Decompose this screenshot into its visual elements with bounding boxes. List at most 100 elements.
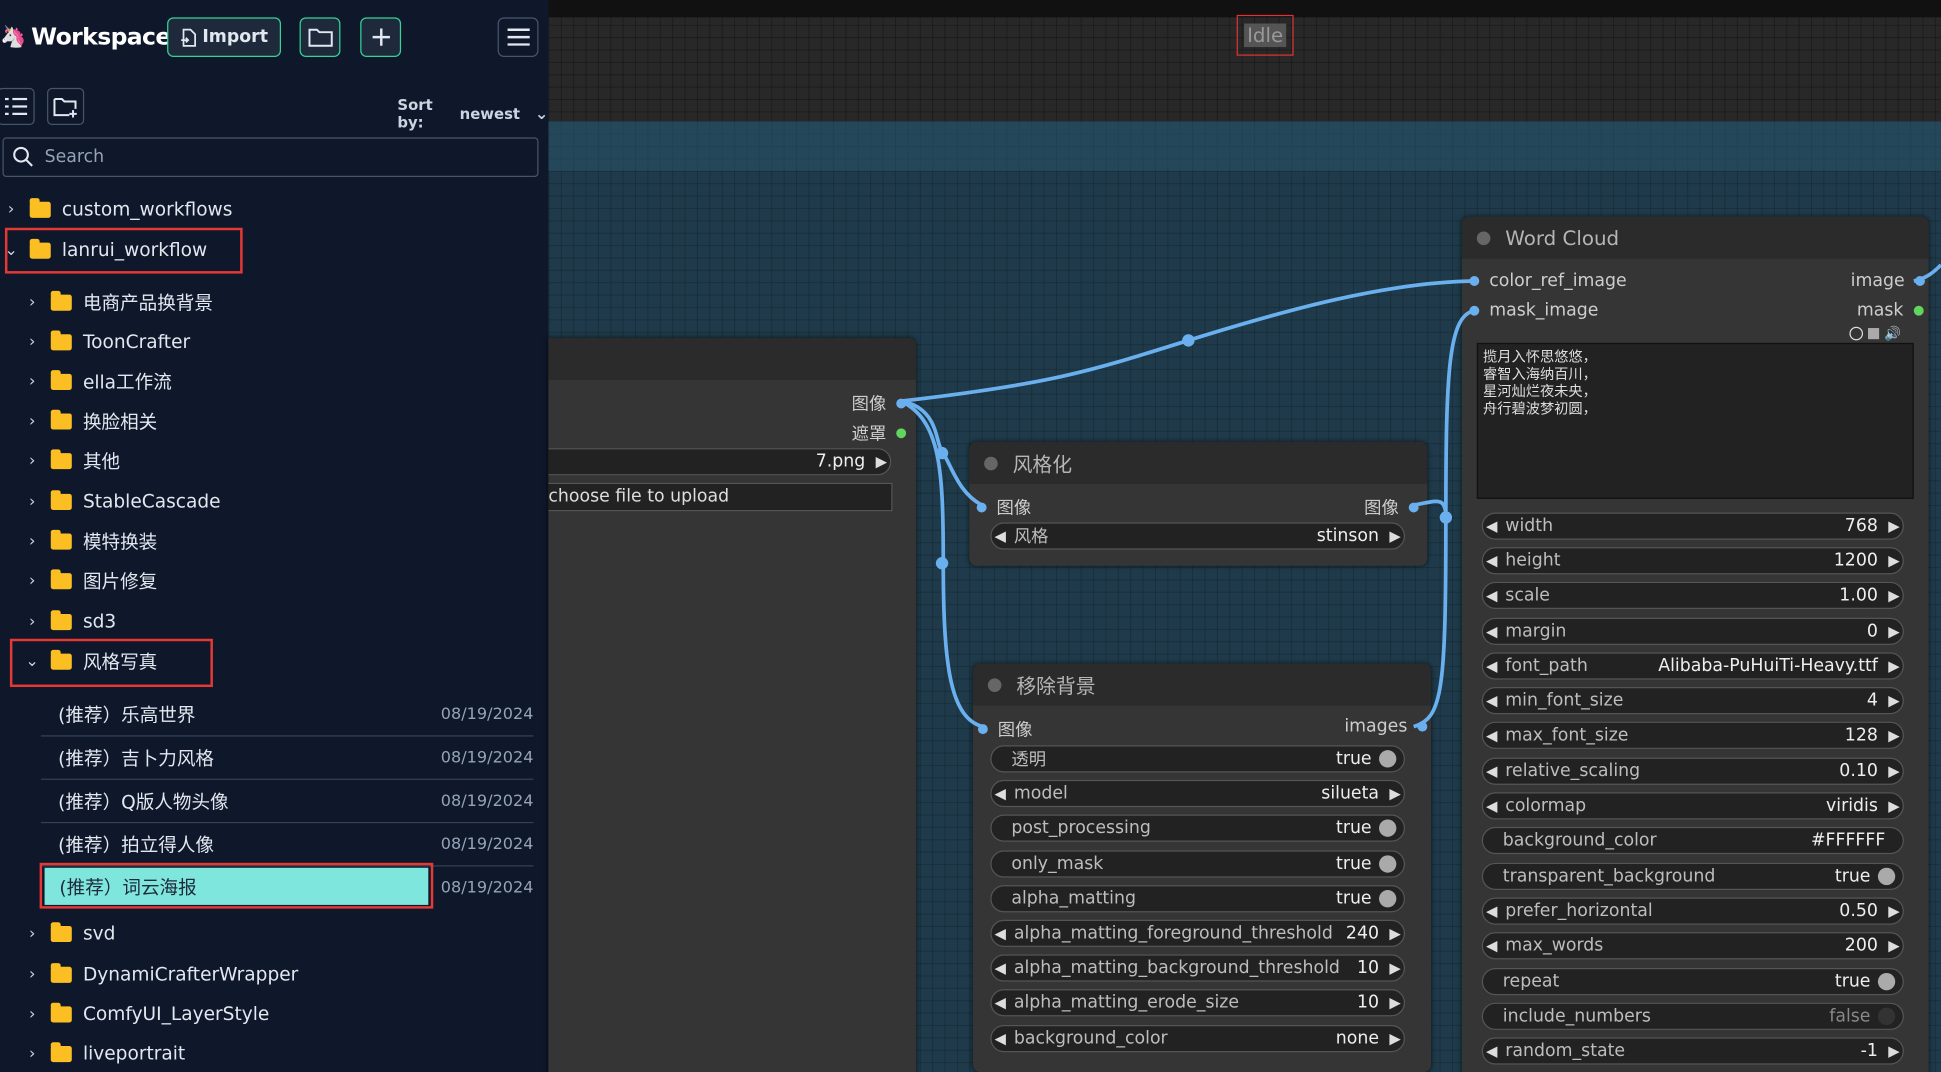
arrow-left-icon[interactable]: ◀ <box>992 994 1009 1011</box>
input-image-slot[interactable]: 图像 <box>977 717 1032 742</box>
tree-folder[interactable]: › svd <box>24 916 116 951</box>
circle-icon[interactable] <box>1849 326 1864 341</box>
arrow-right-icon[interactable]: ▶ <box>1386 1030 1403 1047</box>
random-state-number[interactable]: ◀ random_state -1 ▶ <box>1481 1037 1904 1065</box>
arrow-right-icon[interactable]: ▶ <box>1386 785 1403 802</box>
height-number[interactable]: ◀ height 1200 ▶ <box>1481 547 1904 575</box>
arrow-left-icon[interactable]: ◀ <box>1483 657 1500 674</box>
arrow-left-icon[interactable]: ◀ <box>1483 727 1500 744</box>
output-image-slot[interactable]: 图像 <box>852 391 907 416</box>
toggle-knob[interactable] <box>1379 855 1397 873</box>
search-box[interactable] <box>2 137 539 178</box>
workflow-row[interactable]: (推荐）乐高世界 08/19/2024 <box>40 693 534 737</box>
toggle-knob[interactable] <box>1877 867 1896 886</box>
arrow-left-icon[interactable]: ◀ <box>1483 517 1500 534</box>
transparent-background-toggle[interactable]: transparent_background true <box>1481 862 1904 891</box>
speaker-icon[interactable]: 🔊 <box>1884 326 1901 342</box>
arrow-left-icon[interactable]: ◀ <box>1483 623 1500 640</box>
collapse-dot-icon[interactable] <box>987 677 1002 692</box>
slot-dot[interactable] <box>896 398 907 409</box>
slot-dot[interactable] <box>896 428 907 439</box>
input-mask-slot[interactable]: mask_image <box>1469 301 1598 321</box>
arrow-left-icon[interactable]: ◀ <box>1483 1042 1500 1059</box>
slot-dot[interactable] <box>1914 276 1925 286</box>
image-combo[interactable]: 7.png ▶ <box>548 448 892 476</box>
arrow-right-icon[interactable]: ▶ <box>1386 994 1403 1011</box>
menu-button[interactable] <box>497 17 539 57</box>
slot-dot[interactable] <box>977 724 988 735</box>
toggle-knob[interactable] <box>1379 890 1397 908</box>
arrow-right-icon[interactable]: ▶ <box>1885 587 1902 604</box>
model-combo[interactable]: ◀ model silueta ▶ <box>990 779 1406 808</box>
input-image-slot[interactable]: 图像 <box>976 495 1031 520</box>
collapse-dot-icon[interactable] <box>984 456 998 470</box>
only-mask-toggle[interactable]: only_mask true <box>990 850 1406 878</box>
transparent-toggle[interactable]: 透明 true <box>990 745 1406 773</box>
node-title[interactable]: 风格化 <box>969 441 1428 485</box>
prefer-horizontal-number[interactable]: ◀ prefer_horizontal 0.50 ▶ <box>1481 897 1904 925</box>
width-number[interactable]: ◀ width 768 ▶ <box>1481 512 1904 540</box>
output-image-slot[interactable]: 图像 <box>1364 495 1419 520</box>
tree-folder[interactable]: › ella工作流 <box>24 364 172 399</box>
arrow-right-icon[interactable]: ▶ <box>1386 959 1403 976</box>
slot-dot[interactable] <box>1408 502 1419 513</box>
tree-folder[interactable]: › StableCascade <box>24 484 221 519</box>
erode-size-number[interactable]: ◀ alpha_matting_erode_size 10 ▶ <box>990 989 1406 1017</box>
sort-control[interactable]: Sort by: newest ⌄ <box>397 97 548 132</box>
tree-folder[interactable]: › 换脸相关 <box>24 404 158 439</box>
stop-icon[interactable] <box>1867 328 1880 340</box>
arrow-left-icon[interactable]: ◀ <box>1483 587 1500 604</box>
tree-folder[interactable]: › 其他 <box>24 443 121 478</box>
font-path-combo[interactable]: ◀ font_path Alibaba-PuHuiTi-Heavy.ttf ▶ <box>1481 652 1904 680</box>
max-words-number[interactable]: ◀ max_words 200 ▶ <box>1481 932 1904 960</box>
slot-dot[interactable] <box>1913 305 1924 316</box>
slot-dot[interactable] <box>1417 721 1428 732</box>
tree-folder[interactable]: › 图片修复 <box>24 563 158 598</box>
max-font-size-number[interactable]: ◀ max_font_size 128 ▶ <box>1481 721 1904 749</box>
output-mask-slot[interactable]: mask <box>1857 301 1924 321</box>
arrow-left-icon[interactable]: ◀ <box>992 785 1009 802</box>
new-folder-button[interactable] <box>47 87 85 126</box>
arrow-left-icon[interactable]: ◀ <box>992 527 1009 544</box>
list-view-button[interactable] <box>0 87 35 126</box>
arrow-right-icon[interactable]: ▶ <box>1885 797 1902 814</box>
arrow-right-icon[interactable]: ▶ <box>1386 925 1403 942</box>
upload-button[interactable]: choose file to upload <box>548 482 893 512</box>
node-title[interactable] <box>548 337 917 381</box>
arrow-left-icon[interactable]: ◀ <box>992 959 1009 976</box>
workflow-row[interactable]: (推荐）Q版人物头像 08/19/2024 <box>40 780 534 824</box>
repeat-toggle[interactable]: repeat true <box>1481 968 1904 996</box>
import-button[interactable]: Import <box>167 17 282 57</box>
arrow-left-icon[interactable]: ◀ <box>1483 763 1500 780</box>
tree-folder[interactable]: › DynamiCrafterWrapper <box>24 957 298 992</box>
background-threshold-number[interactable]: ◀ alpha_matting_background_threshold 10 ▶ <box>990 954 1406 982</box>
foreground-threshold-number[interactable]: ◀ alpha_matting_foreground_threshold 240 ▶ <box>990 919 1406 947</box>
arrow-right-icon[interactable]: ▶ <box>1885 727 1902 744</box>
node-title[interactable]: Word Cloud <box>1461 216 1929 259</box>
arrow-left-icon[interactable]: ◀ <box>992 1030 1009 1047</box>
arrow-right-icon[interactable]: ▶ <box>1885 902 1902 919</box>
scale-number[interactable]: ◀ scale 1.00 ▶ <box>1481 581 1904 610</box>
toggle-knob[interactable] <box>1877 972 1896 991</box>
collapse-dot-icon[interactable] <box>1476 230 1491 245</box>
arrow-right-icon[interactable]: ▶ <box>1386 527 1403 544</box>
output-images-slot[interactable]: images <box>1344 717 1428 737</box>
arrow-left-icon[interactable]: ◀ <box>1483 692 1500 709</box>
tree-folder[interactable]: › ComfyUI_LayerStyle <box>24 997 270 1032</box>
style-combo[interactable]: ◀ 风格 stinson ▶ <box>990 522 1406 550</box>
min-font-size-number[interactable]: ◀ min_font_size 4 ▶ <box>1481 687 1904 715</box>
arrow-right-icon[interactable]: ▶ <box>873 453 890 470</box>
relative-scaling-number[interactable]: ◀ relative_scaling 0.10 ▶ <box>1481 757 1904 785</box>
tree-folder[interactable]: › sd3 <box>24 604 117 639</box>
tree-folder[interactable]: › liveportrait <box>24 1036 186 1071</box>
colormap-combo[interactable]: ◀ colormap viridis ▶ <box>1481 792 1904 820</box>
word-cloud-text[interactable]: 揽月入怀思悠悠， 睿智入海纳百川， 星河灿烂夜未央， 舟行碧波梦初圆， <box>1476 342 1914 499</box>
arrow-left-icon[interactable]: ◀ <box>1483 902 1500 919</box>
output-image-slot[interactable]: image <box>1851 271 1925 291</box>
arrow-right-icon[interactable]: ▶ <box>1885 937 1902 954</box>
node-group-header[interactable] <box>548 121 1941 171</box>
arrow-left-icon[interactable]: ◀ <box>1483 937 1500 954</box>
margin-number[interactable]: ◀ margin 0 ▶ <box>1481 617 1904 645</box>
arrow-left-icon[interactable]: ◀ <box>992 925 1009 942</box>
background-color-combo[interactable]: ◀ background_color none ▶ <box>990 1024 1406 1053</box>
